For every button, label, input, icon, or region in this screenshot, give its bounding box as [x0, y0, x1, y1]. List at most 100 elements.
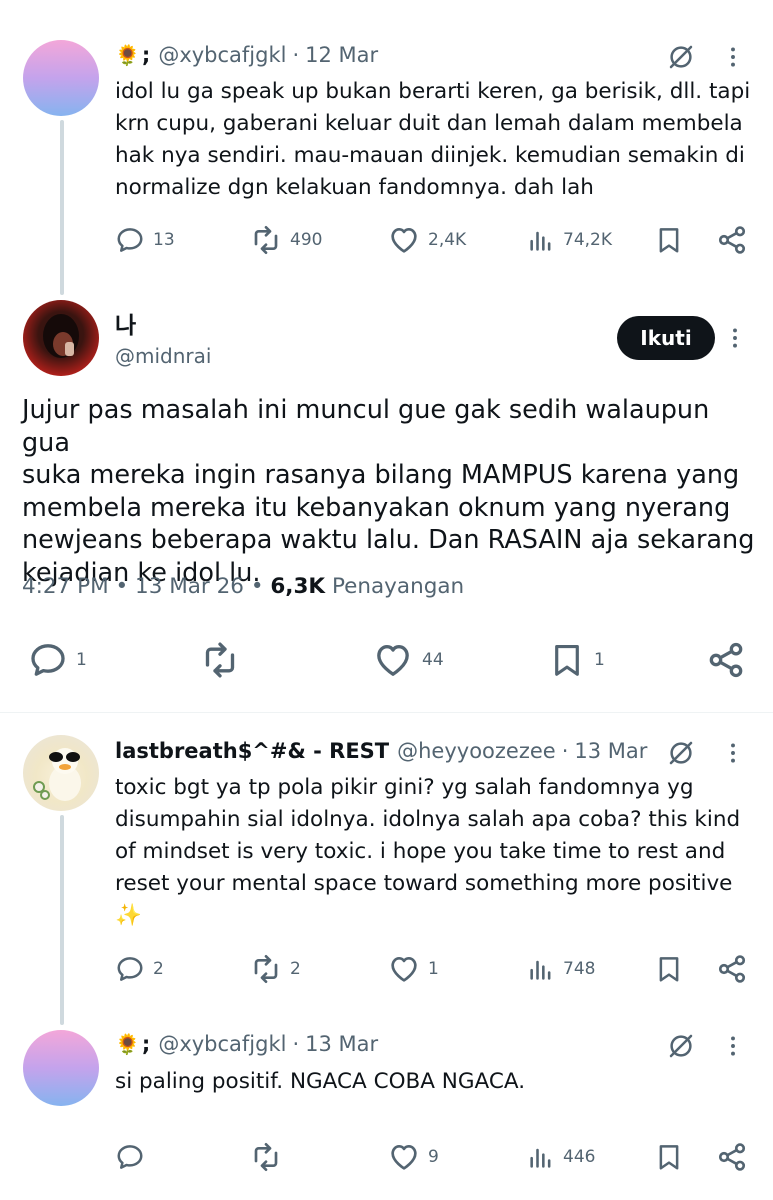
- action-bar: 13 490 2,4K 74,2K: [0, 220, 773, 260]
- share-button[interactable]: [716, 949, 748, 989]
- thread-line: [60, 815, 64, 1025]
- follow-button[interactable]: Ikuti: [617, 316, 715, 360]
- action-bar: 9 446: [0, 1137, 773, 1177]
- reply-bubble-icon: [115, 1142, 145, 1172]
- bookmark-button[interactable]: 1: [548, 640, 605, 680]
- like-button[interactable]: 44: [372, 640, 444, 680]
- reply-button[interactable]: 1: [28, 640, 87, 680]
- views-button[interactable]: 446: [527, 1137, 595, 1177]
- heart-icon: [388, 953, 420, 985]
- views-count: 446: [563, 1147, 596, 1167]
- more-vertical-icon[interactable]: [718, 1031, 748, 1061]
- separator-dot: ·: [561, 739, 569, 763]
- like-count: 9: [428, 1147, 439, 1167]
- reply-post-1[interactable]: 🌻 ; @xybcafjgkl · 12 Mar idol lu ga spea…: [0, 0, 773, 295]
- user-handle[interactable]: @xybcafjgkl: [158, 43, 286, 67]
- repost-button[interactable]: [198, 640, 242, 680]
- post-text: toxic bgt ya tp pola pikir gini? yg sala…: [115, 775, 741, 928]
- meta-bullet: •: [250, 574, 264, 599]
- share-nodes-icon: [705, 640, 747, 680]
- post-date[interactable]: 12 Mar: [305, 43, 378, 67]
- like-count: 1: [428, 959, 439, 979]
- heart-icon: [372, 640, 414, 680]
- reply-count: 13: [153, 230, 175, 250]
- grok-icon[interactable]: [664, 736, 698, 770]
- repost-arrows-icon: [250, 1141, 282, 1173]
- like-button[interactable]: 9: [388, 1137, 439, 1177]
- reply-bubble-icon: [28, 640, 68, 680]
- avatar[interactable]: [23, 1030, 99, 1106]
- reply-bubble-icon: [115, 225, 145, 255]
- share-button[interactable]: [705, 640, 747, 680]
- divider: [0, 712, 773, 713]
- post-date[interactable]: 13 Mar: [574, 739, 647, 763]
- display-name[interactable]: lastbreath$^#& - REST: [115, 739, 389, 763]
- like-button[interactable]: 2,4K: [388, 220, 466, 260]
- like-button[interactable]: 1: [388, 949, 439, 989]
- views-button[interactable]: 74,2K: [527, 220, 612, 260]
- action-bar: 1 44 1: [0, 640, 773, 680]
- share-button[interactable]: [716, 220, 748, 260]
- analytics-bars-icon: [527, 225, 555, 255]
- views-count: 6,3K: [270, 574, 326, 599]
- repost-arrows-icon: [198, 640, 242, 680]
- main-post: 나 @midnrai Ikuti Jujur pas masalah ini m…: [0, 290, 773, 710]
- analytics-bars-icon: [527, 1142, 555, 1172]
- bookmark-button[interactable]: [654, 1137, 684, 1177]
- share-button[interactable]: [716, 1137, 748, 1177]
- repost-button[interactable]: [250, 1137, 282, 1177]
- display-name-emoji: 🌻: [115, 43, 140, 67]
- post-date[interactable]: 13 Mar 26: [135, 574, 244, 599]
- grok-icon[interactable]: [664, 40, 698, 74]
- bookmark-icon: [548, 640, 586, 680]
- heart-icon: [388, 224, 420, 256]
- post-header: 🌻 ; @xybcafjgkl · 12 Mar: [115, 40, 378, 70]
- post-header: lastbreath$^#& - REST @heyyoozezee · 13 …: [115, 736, 647, 766]
- share-nodes-icon: [716, 224, 748, 256]
- reply-post-3[interactable]: 🌻 ; @xybcafjgkl · 13 Mar si paling posit…: [0, 1020, 773, 1200]
- more-vertical-icon[interactable]: [718, 42, 748, 72]
- display-name[interactable]: ;: [142, 1032, 150, 1056]
- repost-count: 490: [290, 230, 323, 250]
- bookmark-button[interactable]: [654, 220, 684, 260]
- heart-icon: [388, 1141, 420, 1173]
- reply-button[interactable]: 13: [115, 220, 175, 260]
- display-name[interactable]: 나: [115, 306, 136, 340]
- reply-button[interactable]: [115, 1137, 145, 1177]
- post-text: si paling positif. NGACA COBA NGACA.: [115, 1069, 526, 1094]
- reply-post-2[interactable]: lastbreath$^#& - REST @heyyoozezee · 13 …: [0, 720, 773, 1025]
- user-handle[interactable]: @heyyoozezee: [397, 739, 556, 763]
- more-vertical-icon[interactable]: [720, 323, 750, 353]
- repost-arrows-icon: [250, 224, 282, 256]
- grok-icon[interactable]: [664, 1029, 698, 1063]
- repost-button[interactable]: 2: [250, 949, 301, 989]
- display-name[interactable]: ;: [142, 43, 150, 67]
- avatar[interactable]: [23, 735, 99, 811]
- avatar[interactable]: [23, 300, 99, 376]
- separator-dot: ·: [292, 1032, 300, 1056]
- user-handle[interactable]: @midnrai: [115, 344, 211, 368]
- post-header: 🌻 ; @xybcafjgkl · 13 Mar: [115, 1029, 378, 1059]
- bookmark-button[interactable]: [654, 949, 684, 989]
- post-date[interactable]: 13 Mar: [305, 1032, 378, 1056]
- display-name-emoji: 🌻: [115, 1032, 140, 1056]
- avatar[interactable]: [23, 40, 99, 116]
- repost-count: 2: [290, 959, 301, 979]
- post-text: Jujur pas masalah ini muncul gue gak sed…: [22, 395, 755, 588]
- bookmark-count: 1: [594, 650, 605, 670]
- share-nodes-icon: [716, 1141, 748, 1173]
- reply-bubble-icon: [115, 954, 145, 984]
- separator-dot: ·: [292, 43, 300, 67]
- repost-button[interactable]: 490: [250, 220, 322, 260]
- user-handle[interactable]: @xybcafjgkl: [158, 1032, 286, 1056]
- more-vertical-icon[interactable]: [718, 738, 748, 768]
- reply-button[interactable]: 2: [115, 949, 164, 989]
- thread-line: [60, 120, 64, 295]
- views-label: Penayangan: [331, 574, 465, 599]
- views-count: 748: [563, 959, 596, 979]
- views-button[interactable]: 748: [527, 949, 595, 989]
- like-count: 44: [422, 650, 444, 670]
- post-time[interactable]: 4:27 PM: [22, 574, 109, 599]
- like-count: 2,4K: [428, 230, 467, 250]
- share-nodes-icon: [716, 953, 748, 985]
